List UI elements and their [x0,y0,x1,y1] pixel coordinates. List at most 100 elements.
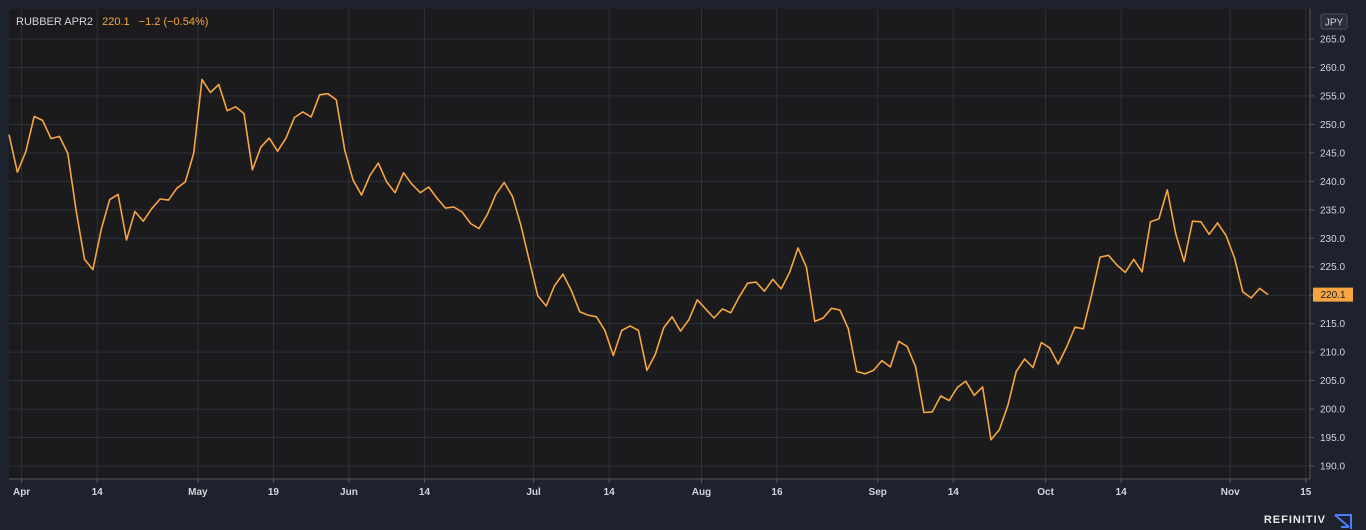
data-point [293,116,296,119]
data-point [243,112,246,115]
x-tick-label: 19 [268,487,280,498]
data-point [1149,220,1152,223]
data-point [436,197,439,200]
x-tick-label: 14 [419,487,431,498]
plot-area [9,9,1310,479]
data-point [192,152,195,155]
data-point [880,359,883,362]
data-point [1241,290,1244,293]
data-point [1166,188,1169,191]
data-point [75,209,78,212]
data-point [318,93,321,96]
data-point [1082,327,1085,330]
data-point [377,162,380,165]
data-point [830,307,833,310]
chart-header: RUBBER APR2 220.1 −1.2 (−0.54%) [16,16,208,28]
data-point [469,222,472,225]
data-point [1233,256,1236,259]
data-point [864,372,867,375]
data-point [150,207,153,210]
data-point [511,195,514,198]
data-point [889,365,892,368]
data-point [503,181,506,184]
y-tick-label: 255.0 [1320,91,1345,102]
data-point [167,199,170,202]
data-point [133,210,136,213]
data-point [259,146,262,149]
data-point [301,110,304,113]
data-point [16,171,19,174]
data-point [981,385,984,388]
data-point [1183,260,1186,263]
data-point [335,98,338,101]
data-point [234,105,237,108]
data-point [780,287,783,290]
x-tick-label: Aug [692,487,711,498]
data-point [1216,221,1219,224]
data-point [696,298,699,301]
x-tick-label: 15 [1300,487,1312,498]
data-point [973,394,976,397]
data-point [1065,346,1068,349]
data-point [948,399,951,402]
data-point [100,228,103,231]
chart-frame: 190.0195.0200.0205.0210.0215.0220.0225.0… [0,0,1366,530]
data-point [637,329,640,332]
data-point [914,365,917,368]
y-tick-label: 265.0 [1320,35,1345,46]
data-point [402,171,405,174]
data-point [1090,293,1093,296]
data-point [108,198,111,201]
data-point [117,193,120,196]
data-point [209,91,212,94]
x-tick-label: Apr [13,487,30,498]
data-point [1174,232,1177,235]
data-point [1023,357,1026,360]
data-point [33,115,36,118]
y-tick-label: 245.0 [1320,148,1345,159]
data-point [276,150,279,153]
data-point [1191,220,1194,223]
data-point [545,305,548,308]
x-tick-label: 14 [948,487,960,498]
price-chart[interactable]: 190.0195.0200.0205.0210.0215.0220.0225.0… [0,0,1366,530]
data-point [217,83,220,86]
data-point [679,330,682,333]
y-tick-label: 250.0 [1320,120,1345,131]
x-tick-label: Jul [526,487,541,498]
data-point [58,135,61,138]
data-point [847,327,850,330]
data-point [1258,287,1261,290]
data-point [226,109,229,112]
data-point [662,326,665,329]
data-point [83,258,86,261]
data-point [570,289,573,292]
data-point [24,150,27,153]
data-point [964,380,967,383]
data-point [184,180,187,183]
data-point [805,266,808,269]
x-tick-label: 14 [604,487,616,498]
data-point [284,137,287,140]
data-point [427,186,430,189]
data-point [990,438,993,441]
data-point [553,284,556,287]
data-point [1141,270,1144,273]
refinitiv-logo-icon [1334,514,1352,529]
data-point [612,354,615,357]
x-tick-label: Sep [869,487,887,498]
data-point [268,137,271,140]
data-point [763,290,766,293]
data-point [872,369,875,372]
x-tick-label: 16 [771,487,783,498]
data-point [385,180,388,183]
data-point [1073,326,1076,329]
data-point [620,329,623,332]
currency-badge-label: JPY [1325,18,1344,29]
data-point [1040,341,1043,344]
data-point [629,324,632,327]
data-point [1048,347,1051,350]
data-point [478,227,481,230]
data-point [654,353,657,356]
data-point [1225,234,1228,237]
